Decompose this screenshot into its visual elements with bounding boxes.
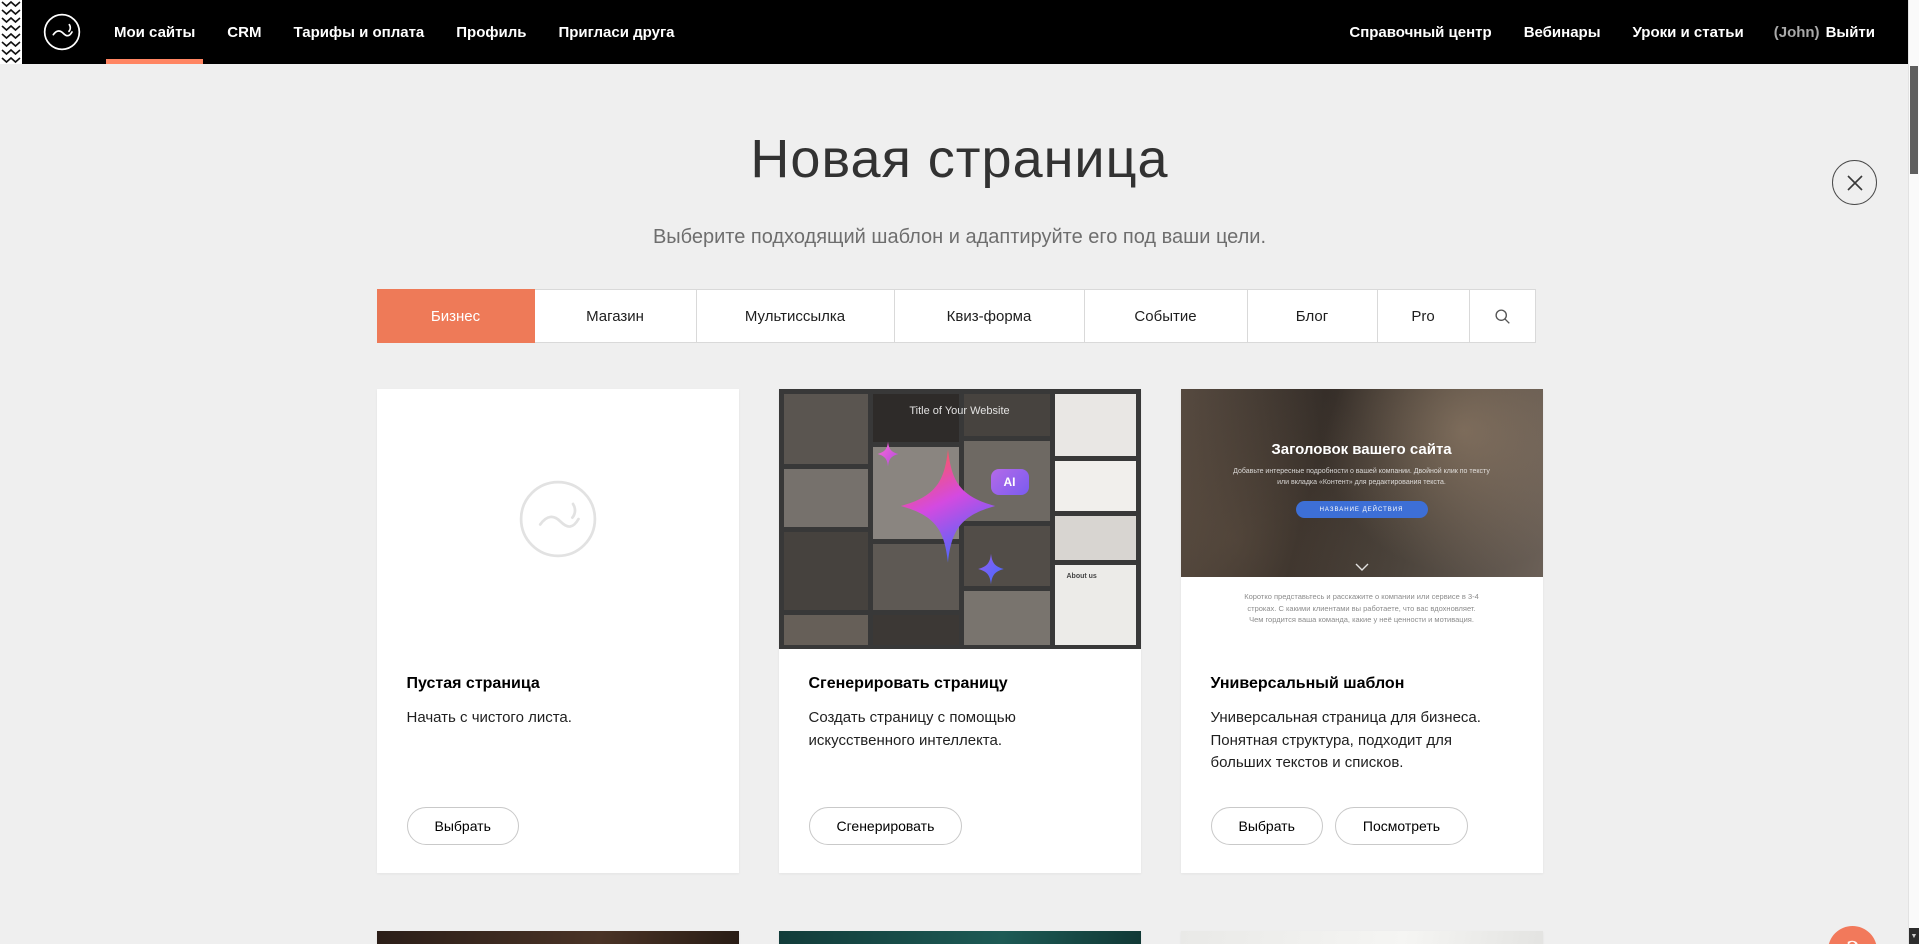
nav-item-label: Мои сайты [114,24,195,41]
template-card-blank: Пустая страница Начать с чистого листа. … [377,389,739,873]
tab-label: Событие [1134,308,1196,325]
preview-cta-button: НАЗВАНИЕ ДЕЙСТВИЯ [1296,501,1428,518]
card-title: Пустая страница [407,675,709,693]
collage-tile [1055,461,1136,511]
scroll-down-arrow-icon[interactable]: ▼ [1909,928,1919,944]
template-card-partial[interactable] [1181,931,1543,944]
nav-item-profile[interactable]: Профиль [440,0,542,64]
nav-item-lessons[interactable]: Уроки и статьи [1617,0,1760,64]
collage-tile [1055,394,1136,456]
chevron-down-icon [1355,563,1369,571]
tab-label: Блог [1296,308,1328,325]
nav-item-help-center[interactable]: Справочный центр [1333,0,1507,64]
collage-tile [784,532,868,610]
partial-preview [779,931,1141,944]
preview-heading: Заголовок вашего сайта [1271,441,1451,458]
logout-link[interactable]: (John) Выйти [1760,0,1889,64]
navbar-secondary-menu: Справочный центр Вебинары Уроки и статьи… [1333,0,1919,64]
zigzag-decoration-icon [0,0,22,64]
tilda-watermark-icon [517,478,599,560]
scrollbar-thumb[interactable] [1910,66,1918,174]
choose-button[interactable]: Выбрать [1211,807,1323,845]
blank-preview [377,389,739,649]
tab-event[interactable]: Событие [1084,289,1248,343]
universal-preview: Заголовок вашего сайта Добавьте интересн… [1181,389,1543,649]
collage-tile [1055,516,1136,560]
page-title: Новая страница [0,128,1919,190]
tab-label: Магазин [586,308,644,325]
navbar-main-menu: Мои сайты CRM Тарифы и оплата Профиль Пр… [98,0,691,64]
nav-item-label: CRM [227,24,261,41]
tab-quiz-form[interactable]: Квиз-форма [894,289,1085,343]
nav-item-crm[interactable]: CRM [211,0,277,64]
card-title: Сгенерировать страницу [809,675,1111,693]
nav-item-invite-friend[interactable]: Пригласи друга [542,0,690,64]
search-icon [1494,308,1511,325]
tab-blog[interactable]: Блог [1247,289,1378,343]
collage-site-title: Title of Your Website [779,405,1141,417]
ai-sparkle-icon [889,447,1007,565]
preview-subtext: Добавьте интересные подробности о вашей … [1228,467,1496,488]
user-name: (John) [1774,24,1820,41]
template-card-universal: Заголовок вашего сайта Добавьте интересн… [1181,389,1543,873]
tab-label: Мультиссылка [745,308,845,325]
help-button[interactable]: ? [1828,926,1877,944]
collage-tile [784,469,868,527]
top-navbar: Мои сайты CRM Тарифы и оплата Профиль Пр… [0,0,1919,64]
tab-pro[interactable]: Pro [1377,289,1470,343]
generate-button[interactable]: Сгенерировать [809,807,963,845]
ai-sparkle-small-icon [875,441,901,467]
logout-label: Выйти [1826,24,1875,41]
collage-tile [784,615,868,645]
partial-preview [1181,931,1543,944]
preview-hero: Заголовок вашего сайта Добавьте интересн… [1181,389,1543,577]
tab-label: Бизнес [431,308,480,325]
nav-item-label: Профиль [456,24,526,41]
close-button[interactable] [1832,160,1877,205]
new-page-dialog: Новая страница Выберите подходящий шабло… [0,128,1919,944]
tab-multilink[interactable]: Мультиссылка [696,289,895,343]
nav-item-my-sites[interactable]: Мои сайты [98,0,211,64]
preview-body: Коротко представьтесь и расскажите о ком… [1181,577,1543,649]
nav-item-pricing[interactable]: Тарифы и оплата [277,0,440,64]
choose-button[interactable]: Выбрать [407,807,519,845]
tab-label: Pro [1411,308,1434,325]
scrollbar[interactable]: ▼ [1908,0,1919,944]
template-category-tabs: Бизнес Магазин Мультиссылка Квиз-форма С… [377,289,1543,343]
template-grid: Пустая страница Начать с чистого листа. … [377,389,1543,944]
card-description: Создать страницу с помощью искусственног… [809,707,1111,752]
ai-collage-preview: Title of Your Website About us AI [779,389,1141,649]
template-card-ai-generate: Title of Your Website About us AI [779,389,1141,873]
collage-about-label: About us [1067,573,1097,580]
active-tab-indicator [106,59,203,64]
tab-search[interactable] [1469,289,1536,343]
page-subtitle: Выберите подходящий шаблон и адаптируйте… [0,226,1919,249]
nav-item-webinars[interactable]: Вебинары [1508,0,1617,64]
tab-store[interactable]: Магазин [534,289,697,343]
tab-business[interactable]: Бизнес [377,289,535,343]
ai-sparkle-small-icon [975,553,1007,585]
tilda-logo[interactable] [42,0,82,64]
collage-tile [873,394,959,442]
card-description: Универсальная страница для бизнеса. Поня… [1211,707,1513,775]
preview-button[interactable]: Посмотреть [1335,807,1468,845]
tab-label: Квиз-форма [947,308,1032,325]
nav-item-label: Уроки и статьи [1633,24,1744,41]
nav-item-label: Вебинары [1524,24,1601,41]
partial-preview [377,931,739,944]
nav-item-label: Справочный центр [1349,24,1491,41]
preview-body-text: Коротко представьтесь и расскажите о ком… [1242,591,1481,649]
nav-item-label: Пригласи друга [558,24,674,41]
template-card-partial[interactable] [377,931,739,944]
nav-item-label: Тарифы и оплата [293,24,424,41]
collage-tile [964,591,1050,645]
card-title: Универсальный шаблон [1211,675,1513,693]
ai-badge: AI [991,469,1029,495]
close-icon [1846,174,1864,192]
card-description: Начать с чистого листа. [407,707,709,730]
collage-tile [873,615,959,645]
template-card-partial[interactable] [779,931,1141,944]
photo-collage: Title of Your Website About us AI [779,389,1141,649]
